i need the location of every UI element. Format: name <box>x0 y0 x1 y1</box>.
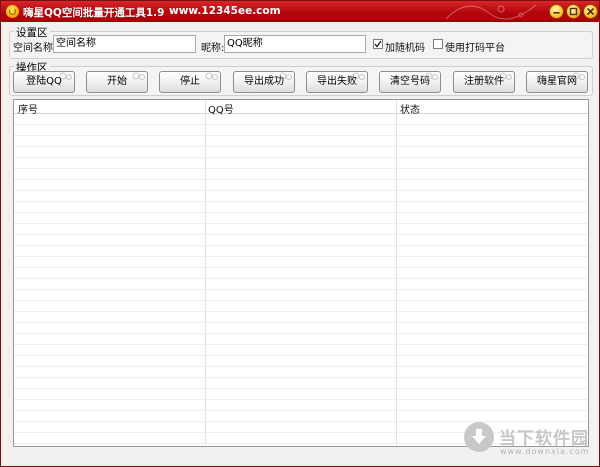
close-button[interactable] <box>583 4 598 19</box>
title-url: www.12345ee.com <box>169 5 281 17</box>
table-row-line <box>14 377 588 378</box>
download-icon <box>464 422 494 452</box>
space-name-label: 空间名称: <box>13 43 57 54</box>
table-row-line <box>14 124 588 125</box>
app-logo-icon <box>6 5 19 18</box>
start-button[interactable]: 开始 <box>86 71 148 93</box>
minimize-button[interactable] <box>549 4 564 19</box>
checkmark-icon <box>374 40 382 48</box>
table-row-line <box>14 322 588 323</box>
button-decoration-icon <box>132 72 145 80</box>
site-watermark: 当下软件园 www.downxia.com <box>464 422 594 462</box>
button-decoration-icon <box>499 72 512 80</box>
main-window: 嗨星QQ空间批量开通工具1.9 www.12345ee.com 设置区 空间名称… <box>0 0 600 467</box>
clear-numbers-button-label: 清空号码 <box>390 76 430 87</box>
add-random-code-label: 加随机码 <box>385 43 425 54</box>
table-row-line <box>14 168 588 169</box>
results-table[interactable]: 序号 QQ号 状态 <box>13 99 589 447</box>
button-decoration-icon <box>352 72 365 80</box>
table-row-line <box>14 278 588 279</box>
table-row-line <box>14 135 588 136</box>
column-divider <box>205 100 206 446</box>
table-row-line <box>14 212 588 213</box>
settings-group-label: 设置区 <box>14 25 50 40</box>
official-website-button-label: 嗨星官网 <box>537 76 577 87</box>
button-decoration-icon <box>59 72 72 80</box>
table-row-line <box>14 190 588 191</box>
table-row-line <box>14 300 588 301</box>
table-header: 序号 QQ号 状态 <box>14 100 588 116</box>
button-decoration-icon <box>205 72 218 80</box>
stop-button-label: 停止 <box>180 76 200 87</box>
table-row-line <box>14 256 588 257</box>
table-row-line <box>14 223 588 224</box>
column-divider <box>396 100 397 446</box>
title-bar[interactable]: 嗨星QQ空间批量开通工具1.9 www.12345ee.com <box>1 1 599 22</box>
table-row-line <box>14 355 588 356</box>
space-name-input[interactable]: 空间名称 <box>53 35 196 53</box>
stop-button[interactable]: 停止 <box>159 71 221 93</box>
add-random-code-checkbox[interactable] <box>373 39 383 49</box>
button-decoration-icon <box>279 72 292 80</box>
button-decoration-icon <box>425 72 438 80</box>
table-row-line <box>14 399 588 400</box>
official-website-button[interactable]: 嗨星官网 <box>526 71 588 93</box>
table-row-line <box>14 366 588 367</box>
column-header-status[interactable]: 状态 <box>400 101 420 116</box>
table-row-line <box>14 234 588 235</box>
table-row-line <box>14 333 588 334</box>
table-row-line <box>14 179 588 180</box>
table-row-line <box>14 289 588 290</box>
login-qq-button-label: 登陆QQ <box>26 76 62 87</box>
button-decoration-icon <box>572 72 585 80</box>
start-button-label: 开始 <box>107 76 127 87</box>
export-failed-button-label: 导出失败 <box>317 76 357 87</box>
nickname-input[interactable]: QQ昵称 <box>224 35 366 53</box>
export-failed-button[interactable]: 导出失败 <box>306 71 368 93</box>
table-row-line <box>14 146 588 147</box>
maximize-button[interactable] <box>566 4 581 19</box>
watermark-url: www.downxia.com <box>500 447 590 456</box>
table-row-line <box>14 157 588 158</box>
column-header-qq[interactable]: QQ号 <box>208 101 234 116</box>
register-software-button[interactable]: 注册软件 <box>453 71 515 93</box>
export-success-button[interactable]: 导出成功 <box>233 71 295 93</box>
table-row-line <box>14 344 588 345</box>
nickname-label: 昵称: <box>201 43 225 54</box>
title-decoration-icon <box>445 4 537 20</box>
window-title: 嗨星QQ空间批量开通工具1.9 <box>23 7 165 19</box>
register-software-button-label: 注册软件 <box>464 76 504 87</box>
table-row-line <box>14 388 588 389</box>
use-captcha-platform-checkbox[interactable] <box>433 39 443 49</box>
export-success-button-label: 导出成功 <box>244 76 284 87</box>
watermark-text: 当下软件园 <box>499 429 589 449</box>
table-row-line <box>14 311 588 312</box>
clear-numbers-button[interactable]: 清空号码 <box>379 71 441 93</box>
table-row-line <box>14 410 588 411</box>
column-header-index[interactable]: 序号 <box>18 101 38 116</box>
table-row-line <box>14 201 588 202</box>
login-qq-button[interactable]: 登陆QQ <box>13 71 75 93</box>
table-row-line <box>14 245 588 246</box>
table-row-line <box>14 267 588 268</box>
use-captcha-platform-label: 使用打码平台 <box>445 43 505 54</box>
